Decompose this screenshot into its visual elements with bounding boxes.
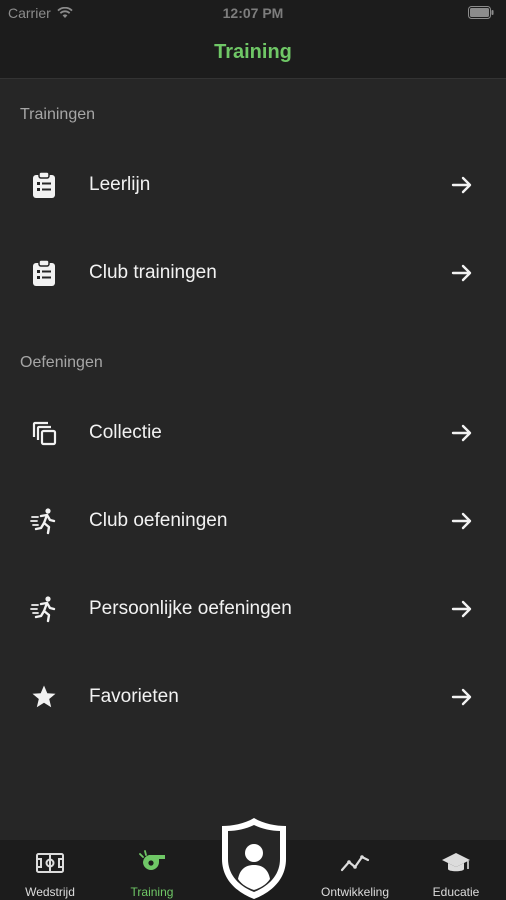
tab-label: Wedstrijd <box>25 885 75 899</box>
row-label: Persoonlijke oefeningen <box>89 598 292 619</box>
row-label: Club trainingen <box>89 262 217 283</box>
row-favorieten[interactable]: Favorieten <box>0 653 506 741</box>
tab-ontwikkeling[interactable]: Ontwikkeling <box>305 840 405 900</box>
row-label: Collectie <box>89 422 162 443</box>
section-title-trainingen: Trainingen <box>20 106 96 123</box>
row-persoonlijke-oefeningen[interactable]: Persoonlijke oefeningen <box>0 565 506 653</box>
graduation-cap-icon <box>442 853 470 872</box>
tab-label: Ontwikkeling <box>320 885 390 899</box>
arrow-right-icon <box>451 424 472 442</box>
status-bar: Carrier 12:07 PM <box>0 0 506 26</box>
field-icon <box>36 853 64 873</box>
clipboard-icon <box>28 257 60 289</box>
arrow-right-icon <box>451 264 472 282</box>
running-icon <box>28 505 60 537</box>
status-time: 12:07 PM <box>222 5 284 21</box>
arrow-right-icon <box>451 688 472 706</box>
tab-wedstrijd[interactable]: Wedstrijd <box>0 840 100 900</box>
arrow-right-icon <box>451 600 472 618</box>
section-title-oefeningen: Oefeningen <box>20 354 103 371</box>
arrow-right-icon <box>451 176 472 194</box>
row-leerlijn[interactable]: Leerlijn <box>0 141 506 229</box>
row-club-oefeningen[interactable]: Club oefeningen <box>0 477 506 565</box>
row-club-trainingen[interactable]: Club trainingen <box>0 229 506 317</box>
profile-shield-button[interactable] <box>220 817 288 900</box>
whistle-icon <box>139 850 165 870</box>
page-title: Training <box>214 41 292 63</box>
running-icon <box>28 593 60 625</box>
navigation-bar: Training <box>0 26 506 79</box>
arrow-right-icon <box>451 512 472 530</box>
row-collectie[interactable]: Collectie <box>0 389 506 477</box>
clipboard-icon <box>28 169 60 201</box>
row-label: Leerlijn <box>89 174 151 195</box>
tab-training[interactable]: Training <box>102 840 202 900</box>
collection-icon <box>28 417 60 449</box>
row-label: Favorieten <box>89 686 179 707</box>
star-icon <box>28 681 60 713</box>
battery-icon <box>468 6 494 19</box>
trend-icon <box>340 855 370 872</box>
tab-label: Educatie <box>432 885 480 899</box>
row-label: Club oefeningen <box>89 510 228 531</box>
tab-educatie[interactable]: Educatie <box>406 840 506 900</box>
tab-label: Training <box>130 885 174 899</box>
